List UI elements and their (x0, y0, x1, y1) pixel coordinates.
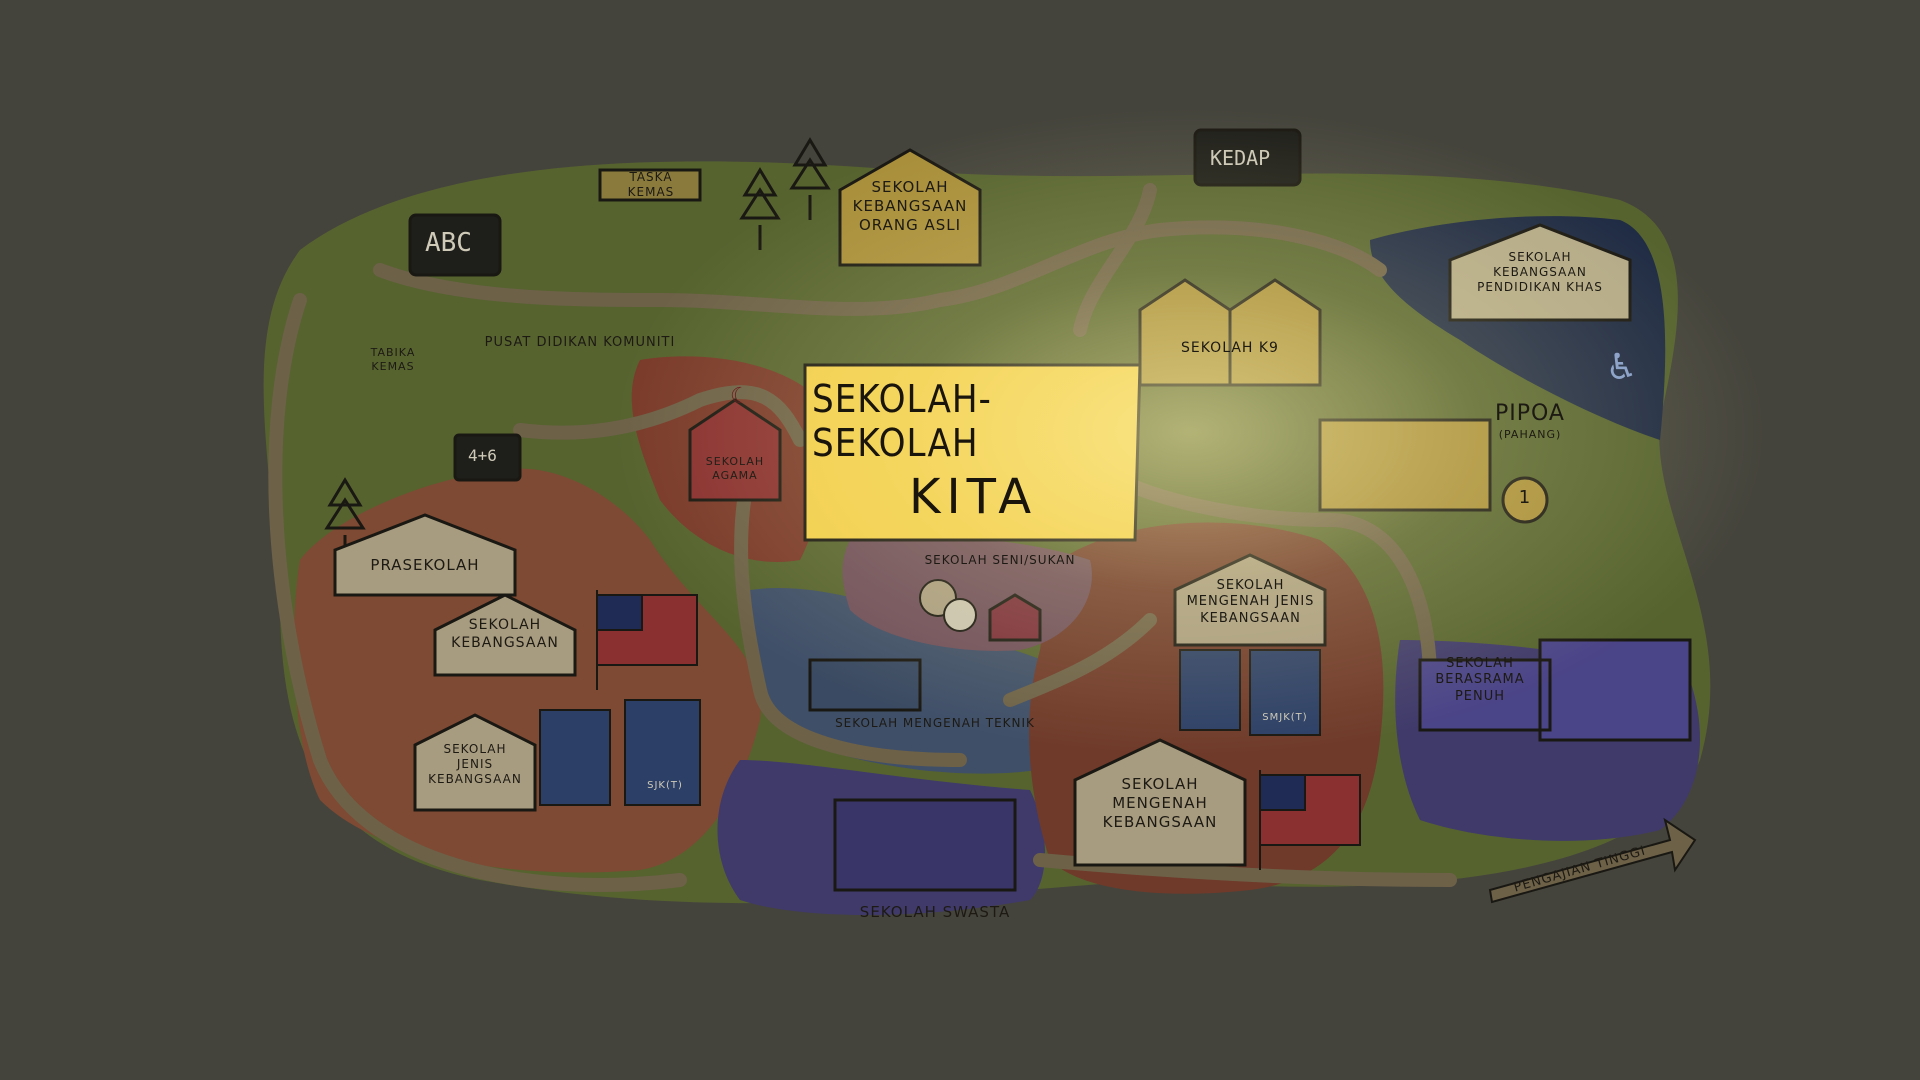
label-sk[interactable]: SEKOLAH KEBANGSAAN (440, 617, 570, 652)
label-teknik[interactable]: SEKOLAH MENGENAH TEKNIK (825, 716, 1045, 731)
label-smjk[interactable]: SEKOLAH MENGENAH JENIS KEBANGSAAN (1178, 578, 1323, 627)
label-sjk[interactable]: SEKOLAH JENIS KEBANGSAAN (420, 742, 530, 787)
book-label-smjkt: SMJK(T) (1262, 712, 1308, 723)
label-swasta[interactable]: SEKOLAH SWASTA (835, 903, 1035, 922)
label-tabika-kemas[interactable]: TABIKA KEMAS (358, 346, 428, 374)
crescent-moon-icon: ☾ (730, 384, 751, 409)
title-line-2: KITA (908, 469, 1038, 525)
label-sk-orang-asli[interactable]: SEKOLAH KEBANGSAAN ORANG ASLI (845, 178, 975, 234)
label-taska-kemas[interactable]: TASKA KEMAS (606, 170, 696, 200)
label-smk[interactable]: SEKOLAH MENGENAH KEBANGSAAN (1080, 775, 1240, 831)
label-pipoa-sub: (PAHANG) (1498, 428, 1562, 441)
label-pusat-didikan[interactable]: PUSAT DIDIKAN KOMUNITI (470, 335, 690, 351)
label-sekolah-agama[interactable]: SEKOLAH AGAMA (700, 455, 770, 483)
label-sk-pendidikan-khas[interactable]: SEKOLAH KEBANGSAAN PENDIDIKAN KHAS (1460, 250, 1620, 295)
chalk-abc: ABC (425, 228, 472, 258)
label-kedap: KEDAP (1210, 146, 1271, 170)
chalk-math: 4+6 (468, 446, 497, 465)
label-sbp[interactable]: SEKOLAH BERASRAMA PENUH (1420, 656, 1540, 705)
medal-number: 1 (1518, 487, 1532, 508)
map-title: SEKOLAH-SEKOLAH KITA (812, 370, 1134, 532)
label-seni-sukan[interactable]: SEKOLAH SENI/SUKAN (920, 553, 1080, 568)
wheelchair-icon: ♿ (1605, 347, 1639, 388)
label-sekolah-k9[interactable]: SEKOLAH K9 (1160, 340, 1300, 358)
label-prasekolah[interactable]: PRASEKOLAH (345, 556, 505, 575)
title-line-1: SEKOLAH-SEKOLAH (812, 377, 992, 465)
label-pipoa[interactable]: PIPOA (1485, 400, 1575, 428)
book-label-sjkt: SJK(T) (647, 780, 683, 791)
